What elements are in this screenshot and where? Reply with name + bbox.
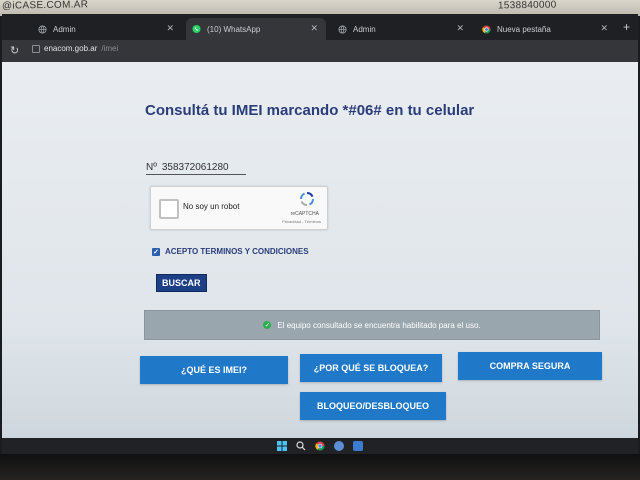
- new-tab-button[interactable]: +: [623, 20, 630, 34]
- web-page: Consultá tu IMEI marcando *#06# en tu ce…: [2, 62, 638, 438]
- page-title: Consultá tu IMEI marcando *#06# en tu ce…: [145, 102, 475, 119]
- imei-value: 358372061280: [161, 162, 229, 173]
- recaptcha-logo-icon: [299, 191, 315, 210]
- bloqueo-desbloqueo-button[interactable]: BLOQUEO/DESBLOQUEO: [300, 392, 446, 420]
- sticker-label-right: 1538840000: [497, 0, 557, 12]
- app-icon-2[interactable]: [353, 441, 363, 451]
- browser-address-bar: ↻ enacom.gob.ar /imei: [2, 40, 638, 62]
- close-icon[interactable]: ✕: [166, 23, 174, 34]
- globe-icon: [338, 24, 347, 34]
- url-field[interactable]: enacom.gob.ar /imei: [32, 44, 118, 53]
- close-icon[interactable]: ✕: [310, 23, 318, 34]
- status-banner: ✓ El equipo consultado se encuentra habi…: [144, 310, 600, 340]
- reload-icon[interactable]: ↻: [10, 44, 19, 57]
- globe-icon: [38, 24, 47, 34]
- status-message: El equipo consultado se encuentra habili…: [277, 320, 481, 330]
- tab-admin-1[interactable]: Admin ✕: [32, 18, 182, 40]
- sticker-label-left: @iCASE.COM.AR: [1, 0, 89, 12]
- recaptcha-checkbox[interactable]: [159, 199, 179, 219]
- whatsapp-icon: [192, 24, 201, 34]
- check-circle-icon: ✓: [263, 321, 272, 329]
- tab-label: Nueva pestaña: [497, 24, 551, 34]
- chrome-icon: [482, 24, 491, 34]
- imei-prefix: Nº: [146, 162, 157, 173]
- site-info-icon[interactable]: [32, 44, 40, 53]
- windows-start-icon[interactable]: [277, 441, 287, 451]
- tab-whatsapp[interactable]: (10) WhatsApp ✕: [186, 18, 326, 40]
- tab-label: Admin: [353, 24, 376, 34]
- por-que-se-bloquea-button[interactable]: ¿POR QUÉ SE BLOQUEA?: [300, 354, 442, 382]
- terms-checkbox-row[interactable]: ✓ ACEPTO TERMINOS Y CONDICIONES: [152, 247, 309, 256]
- tab-nueva-pestana[interactable]: Nueva pestaña ✕: [476, 18, 616, 40]
- recaptcha-brand: reCAPTCHA: [290, 211, 319, 217]
- close-icon[interactable]: ✕: [456, 23, 464, 34]
- close-icon[interactable]: ✕: [600, 23, 608, 34]
- url-domain: enacom.gob.ar: [44, 44, 98, 53]
- recaptcha-label: No soy un robot: [183, 202, 240, 211]
- tab-label: (10) WhatsApp: [207, 24, 261, 34]
- monitor-screen: Admin ✕ (10) WhatsApp ✕ Admin ✕ Nueva pe…: [2, 14, 638, 454]
- recaptcha-links[interactable]: Privacidad - Términos: [282, 219, 321, 224]
- browser-tab-bar: Admin ✕ (10) WhatsApp ✕ Admin ✕ Nueva pe…: [2, 14, 638, 40]
- terms-label: ACEPTO TERMINOS Y CONDICIONES: [165, 247, 309, 256]
- search-icon[interactable]: [296, 441, 306, 451]
- monitor-bezel-bottom: [0, 454, 640, 480]
- windows-taskbar: [2, 438, 638, 454]
- compra-segura-button[interactable]: COMPRA SEGURA: [458, 352, 602, 380]
- tab-label: Admin: [53, 24, 76, 34]
- terms-checkbox[interactable]: ✓: [152, 247, 160, 256]
- tab-admin-2[interactable]: Admin ✕: [332, 18, 472, 40]
- imei-input[interactable]: Nº 358372061280: [146, 162, 246, 175]
- chrome-icon[interactable]: [315, 441, 325, 451]
- que-es-imei-button[interactable]: ¿QUÉ ES IMEI?: [140, 356, 288, 384]
- recaptcha-widget: No soy un robot reCAPTCHA Privacidad - T…: [150, 186, 328, 230]
- app-icon[interactable]: [334, 441, 344, 451]
- url-path: /imei: [101, 44, 119, 53]
- search-button[interactable]: BUSCAR: [156, 274, 207, 292]
